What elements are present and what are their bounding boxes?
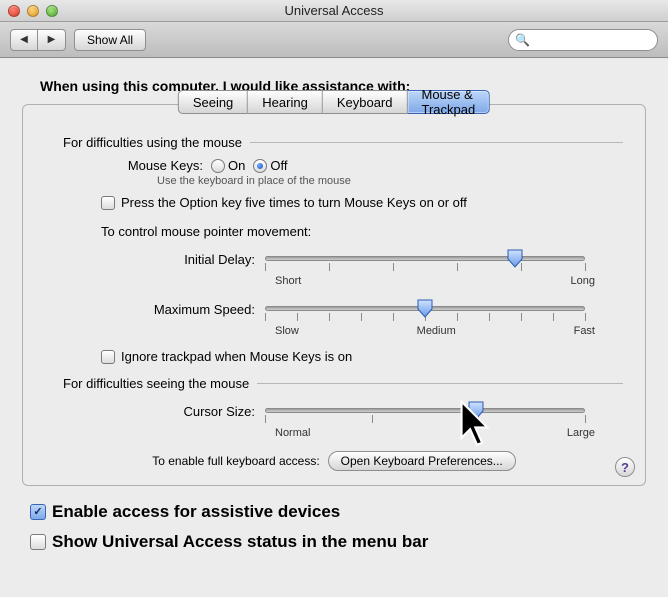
max-speed-scale: Slow Medium Fast [275, 325, 595, 337]
back-icon: ◀ [20, 34, 28, 45]
option-toggle-row: Press the Option key five times to turn … [101, 195, 623, 210]
tab-seeing-label: Seeing [193, 95, 233, 110]
show-all-button[interactable]: Show All [74, 29, 146, 51]
zoom-window-button[interactable] [46, 5, 58, 17]
search-input[interactable]: 🔍 [508, 29, 658, 51]
section-using-mouse-label: For difficulties using the mouse [63, 135, 242, 150]
mouse-keys-on-label: On [228, 158, 245, 173]
slider-thumb-icon [467, 400, 485, 420]
option-toggle-label: Press the Option key five times to turn … [121, 195, 467, 210]
divider [250, 142, 623, 143]
max-speed-min: Slow [275, 325, 299, 337]
nav-back-forward: ◀ ▶ [10, 29, 66, 51]
initial-delay-slider[interactable] [265, 247, 585, 271]
window-title: Universal Access [0, 3, 668, 18]
pane-mouse-trackpad: For difficulties using the mouse Mouse K… [22, 104, 646, 486]
open-keyboard-prefs-label: Open Keyboard Preferences... [341, 454, 503, 468]
tab-mouse-trackpad[interactable]: Mouse & Trackpad [407, 90, 490, 114]
tab-seeing[interactable]: Seeing [178, 90, 248, 114]
cursor-size-label: Cursor Size: [45, 404, 265, 419]
ignore-trackpad-row: Ignore trackpad when Mouse Keys is on [101, 349, 623, 364]
slider-thumb-icon [506, 248, 524, 268]
max-speed-slider[interactable] [265, 297, 585, 321]
initial-delay-label: Initial Delay: [45, 252, 265, 267]
enable-assistive-label: Enable access for assistive devices [52, 502, 340, 522]
enable-assistive-row: Enable access for assistive devices [30, 502, 646, 522]
section-using-mouse: For difficulties using the mouse [63, 135, 623, 150]
section-seeing-mouse: For difficulties seeing the mouse [63, 376, 623, 391]
mouse-keys-label: Mouse Keys: [101, 158, 211, 173]
slider-thumb-icon [416, 298, 434, 318]
tab-keyboard[interactable]: Keyboard [323, 90, 408, 114]
tab-bar: Seeing Hearing Keyboard Mouse & Trackpad [178, 90, 490, 114]
divider [257, 383, 623, 384]
mouse-keys-row: Mouse Keys: On Off [101, 158, 623, 173]
titlebar: Universal Access [0, 0, 668, 22]
mouse-keys-on-radio[interactable] [211, 159, 225, 173]
kbd-access-label: To enable full keyboard access: [152, 454, 319, 468]
open-kbd-pref-row: To enable full keyboard access: Open Key… [45, 451, 623, 471]
max-speed-mid: Medium [417, 325, 456, 337]
cursor-size-min: Normal [275, 427, 310, 439]
show-status-checkbox[interactable] [30, 534, 46, 550]
help-icon: ? [621, 460, 629, 475]
ignore-trackpad-label: Ignore trackpad when Mouse Keys is on [121, 349, 352, 364]
max-speed-max: Fast [574, 325, 595, 337]
mouse-keys-hint: Use the keyboard in place of the mouse [157, 175, 623, 187]
initial-delay-max: Long [571, 275, 595, 287]
option-toggle-checkbox[interactable] [101, 196, 115, 210]
cursor-size-row: Cursor Size: [45, 399, 623, 423]
max-speed-label: Maximum Speed: [45, 302, 265, 317]
cursor-size-slider[interactable] [265, 399, 585, 423]
window-controls [0, 5, 58, 17]
mouse-keys-off-label: Off [270, 158, 287, 173]
initial-delay-row: Initial Delay: [45, 247, 623, 271]
help-button[interactable]: ? [615, 457, 635, 477]
tab-keyboard-label: Keyboard [337, 95, 393, 110]
initial-delay-scale: Short Long [275, 275, 595, 287]
ignore-trackpad-checkbox[interactable] [101, 350, 115, 364]
show-status-label: Show Universal Access status in the menu… [52, 532, 428, 552]
show-all-label: Show All [87, 33, 133, 47]
cursor-size-scale: Normal Large [275, 427, 595, 439]
forward-button[interactable]: ▶ [38, 29, 66, 51]
close-window-button[interactable] [8, 5, 20, 17]
enable-assistive-checkbox[interactable] [30, 504, 46, 520]
tab-hearing-label: Hearing [262, 95, 308, 110]
tab-hearing[interactable]: Hearing [248, 90, 323, 114]
back-button[interactable]: ◀ [10, 29, 38, 51]
show-status-row: Show Universal Access status in the menu… [30, 532, 646, 552]
cursor-size-max: Large [567, 427, 595, 439]
mouse-keys-off-radio[interactable] [253, 159, 267, 173]
control-movement-heading: To control mouse pointer movement: [101, 224, 623, 239]
open-keyboard-prefs-button[interactable]: Open Keyboard Preferences... [328, 451, 516, 471]
section-seeing-mouse-label: For difficulties seeing the mouse [63, 376, 249, 391]
bottom-options: Enable access for assistive devices Show… [30, 502, 646, 552]
toolbar: ◀ ▶ Show All 🔍 [0, 22, 668, 58]
forward-icon: ▶ [48, 34, 56, 45]
initial-delay-min: Short [275, 275, 301, 287]
content: When using this computer, I would like a… [0, 58, 668, 572]
search-icon: 🔍 [515, 33, 530, 47]
tab-mouse-label: Mouse & Trackpad [421, 87, 475, 117]
minimize-window-button[interactable] [27, 5, 39, 17]
max-speed-row: Maximum Speed: [45, 297, 623, 321]
